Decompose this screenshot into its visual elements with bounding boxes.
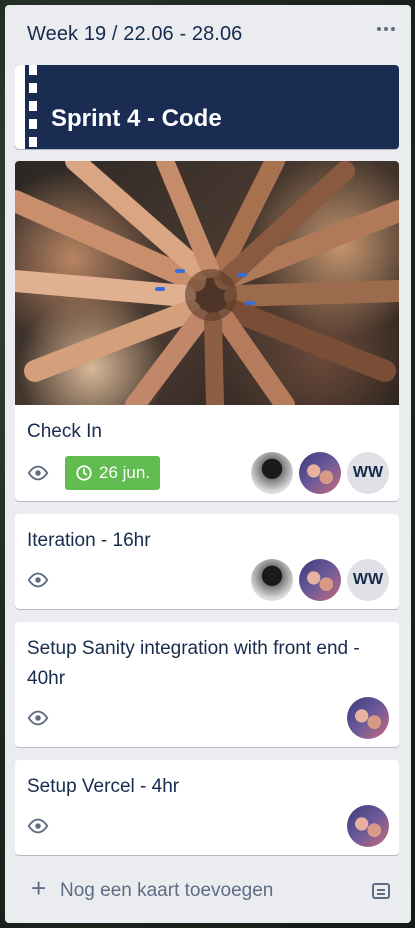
clock-icon [76,465,92,481]
card-title: Iteration - 16hr [27,530,151,551]
card-members [347,805,389,847]
list-header: Week 19 / 22.06 - 28.06 [5,5,411,65]
card-template-icon[interactable] [371,881,391,901]
eye-icon [27,462,49,484]
card-members: WW [251,559,389,601]
card-members [347,697,389,739]
card-iteration[interactable]: Iteration - 16hr WW [15,514,399,609]
card-body: Check In 26 jun. WW [15,405,399,501]
banner-title: Sprint 4 - Code [51,105,222,132]
card-badges: WW [27,559,389,601]
avatar[interactable] [251,559,293,601]
banner-stripe [15,65,29,149]
card-title: Check In [27,421,102,442]
card-cover-image [15,161,399,405]
avatar[interactable] [251,452,293,494]
add-card-button[interactable]: + Nog een kaart toevoegen [5,857,411,923]
avatar-initials[interactable]: WW [347,452,389,494]
eye-icon [27,815,49,837]
card-badges [27,805,389,847]
card-check-in[interactable]: Check In 26 jun. WW [15,161,399,501]
card-body: Iteration - 16hr WW [15,514,399,609]
card-title: Setup Vercel - 4hr [27,776,180,797]
avatar[interactable] [299,559,341,601]
due-date-badge[interactable]: 26 jun. [65,456,161,490]
sprint-banner-card[interactable]: Sprint 4 - Code [15,65,399,149]
card-setup-sanity[interactable]: Setup Sanity integration with front end … [15,622,399,747]
avatar[interactable] [299,452,341,494]
banner-dashes [29,65,37,149]
avatar[interactable] [347,697,389,739]
card-badges [27,697,389,739]
card-badges: 26 jun. WW [27,452,389,494]
card-body: Setup Vercel - 4hr [15,760,399,855]
eye-icon [27,707,49,729]
list-title[interactable]: Week 19 / 22.06 - 28.06 [27,23,242,46]
list: Week 19 / 22.06 - 28.06 Sprint 4 - Code [5,5,411,923]
avatar[interactable] [347,805,389,847]
more-horizontal-icon[interactable] [377,27,395,31]
card-members: WW [251,452,389,494]
card-body: Setup Sanity integration with front end … [15,622,399,747]
card-setup-vercel[interactable]: Setup Vercel - 4hr [15,760,399,855]
avatar-initials[interactable]: WW [347,559,389,601]
add-card-label: Nog een kaart toevoegen [60,880,274,901]
due-date-label: 26 jun. [99,463,151,482]
eye-icon [27,569,49,591]
hands-circle-image [15,161,399,405]
card-title: Setup Sanity integration with front end … [27,638,360,689]
plus-icon: + [31,873,47,903]
